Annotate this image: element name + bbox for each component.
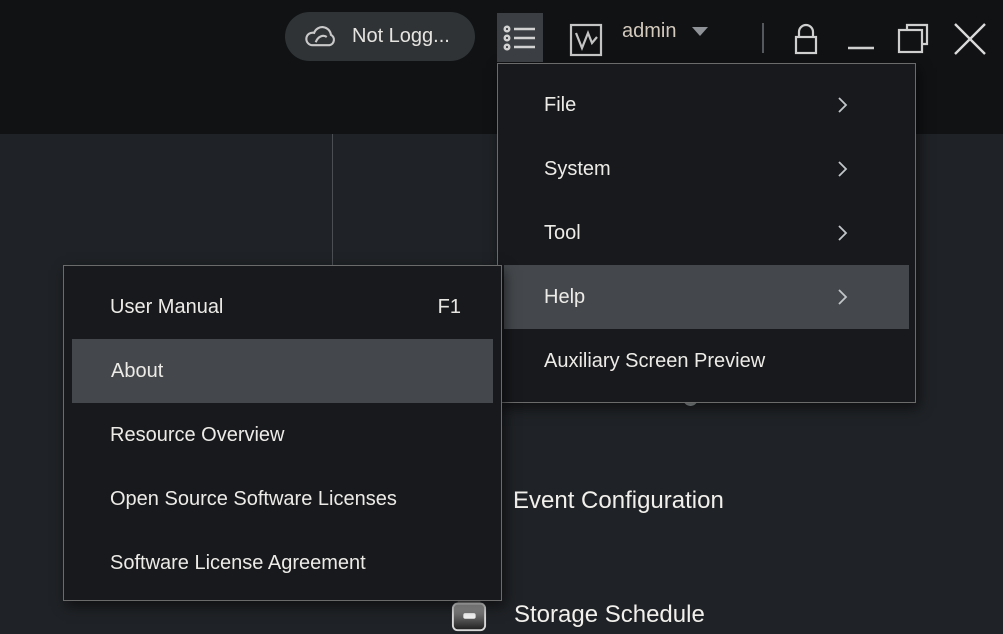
section-label: Event Configuration [513, 487, 724, 515]
minimize-button[interactable] [842, 20, 880, 58]
menu-item-label: About [111, 360, 163, 383]
titlebar-divider [762, 23, 764, 53]
app-window: Event Configuration Storage Schedule Fil… [0, 0, 1003, 634]
menu-item-system[interactable]: System [498, 137, 915, 201]
lock-icon [788, 20, 824, 58]
restore-icon [896, 23, 930, 55]
login-status-button[interactable]: Not Logg... [285, 12, 475, 61]
user-name-label: admin [622, 20, 676, 43]
minimize-icon [847, 20, 875, 58]
section-label: Storage Schedule [514, 601, 705, 629]
menu-item-label: Tool [544, 222, 581, 245]
menu-item-software-license-agreement[interactable]: Software License Agreement [64, 531, 501, 595]
login-status-label: Not Logg... [352, 25, 450, 48]
cloud-icon [302, 23, 339, 50]
main-menu-button[interactable] [497, 13, 543, 62]
menu-item-label: System [544, 158, 611, 181]
menu-item-label: Open Source Software Licenses [110, 488, 397, 511]
chevron-right-icon [837, 224, 849, 242]
menu-item-label: File [544, 94, 576, 117]
menu-item-label: Help [544, 286, 585, 309]
chevron-right-icon [837, 288, 849, 306]
menu-item-label: Software License Agreement [110, 552, 366, 575]
caret-down-icon [692, 27, 708, 36]
menu-item-user-manual[interactable]: User Manual F1 [64, 275, 501, 339]
menu-item-file[interactable]: File [498, 73, 915, 137]
monitor-waveform-icon [568, 22, 604, 58]
background-panel-divider [332, 134, 333, 266]
auxiliary-preview-button[interactable] [566, 20, 606, 60]
chevron-right-icon [837, 96, 849, 114]
menu-item-auxiliary-screen-preview[interactable]: Auxiliary Screen Preview [498, 329, 915, 393]
section-storage-schedule[interactable]: Storage Schedule [450, 596, 705, 634]
storage-drive-icon [450, 597, 488, 633]
menu-item-resource-overview[interactable]: Resource Overview [64, 403, 501, 467]
close-icon [952, 22, 988, 56]
lock-button[interactable] [787, 19, 825, 59]
main-menu-dropdown: File System Tool Help [497, 63, 916, 403]
chevron-right-icon [837, 160, 849, 178]
menu-item-help[interactable]: Help [504, 265, 909, 329]
menu-item-label: Resource Overview [110, 424, 285, 447]
help-submenu: User Manual F1 About Resource Overview O… [63, 265, 502, 601]
user-account-dropdown[interactable]: admin [622, 0, 708, 63]
close-button[interactable] [951, 20, 989, 58]
shortcut-label: F1 [438, 296, 461, 319]
menu-item-about[interactable]: About [72, 339, 493, 403]
menu-item-tool[interactable]: Tool [498, 201, 915, 265]
menu-item-label: User Manual [110, 296, 223, 319]
main-menu-list-icon [502, 23, 538, 53]
section-event-configuration[interactable]: Event Configuration [513, 486, 724, 516]
restore-button[interactable] [894, 20, 932, 58]
menu-item-open-source-software-licenses[interactable]: Open Source Software Licenses [64, 467, 501, 531]
menu-item-label: Auxiliary Screen Preview [544, 350, 765, 373]
titlebar: Not Logg... admin [0, 0, 1003, 63]
